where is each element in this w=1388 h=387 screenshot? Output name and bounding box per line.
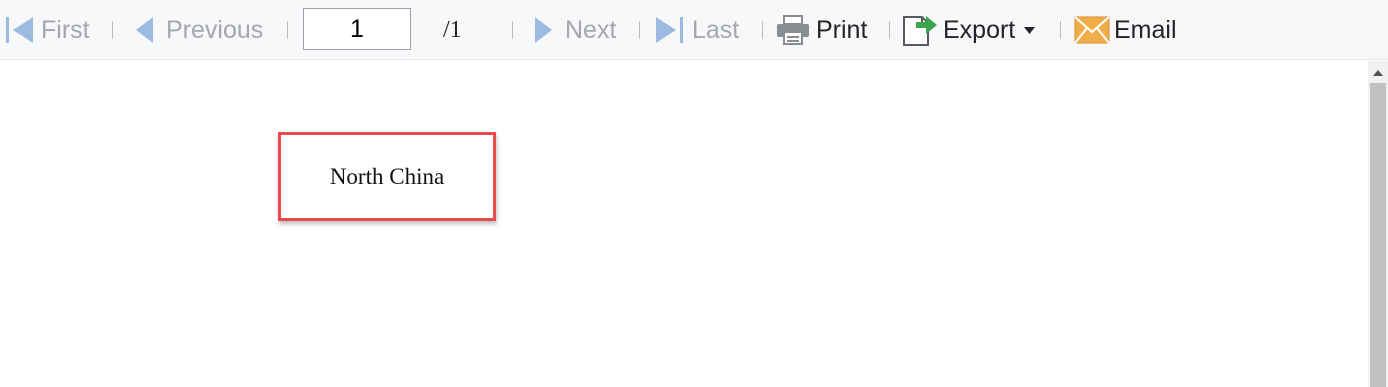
toolbar-separator (287, 21, 288, 39)
scroll-up-arrow-icon (1373, 63, 1383, 81)
export-button[interactable]: Export (902, 0, 1036, 60)
toolbar-separator (112, 21, 113, 39)
report-cell-text: North China (329, 163, 445, 189)
printer-icon (776, 15, 810, 45)
report-cell[interactable]: North China (278, 132, 496, 221)
report-toolbar: First Previous /1 Next Last (0, 0, 1388, 60)
toolbar-separator (512, 21, 513, 39)
email-label: Email (1114, 15, 1177, 44)
last-page-button[interactable]: Last (656, 0, 739, 60)
page-total: /1 (443, 16, 462, 43)
export-label: Export (943, 15, 1016, 44)
envelope-icon (1074, 16, 1110, 44)
first-page-icon (5, 17, 33, 43)
first-page-button[interactable]: First (5, 0, 90, 60)
scroll-up-button[interactable] (1368, 61, 1388, 83)
previous-page-label: Previous (166, 15, 264, 44)
toolbar-separator (639, 21, 640, 39)
previous-page-button[interactable]: Previous (135, 0, 263, 60)
previous-page-icon (135, 17, 155, 43)
toolbar-separator (889, 21, 890, 39)
email-button[interactable]: Email (1074, 0, 1177, 60)
page-number-input[interactable] (303, 8, 411, 50)
print-label: Print (816, 15, 868, 44)
next-page-label: Next (565, 15, 617, 44)
last-page-icon (656, 17, 684, 43)
print-button[interactable]: Print (776, 0, 867, 60)
vertical-scrollbar[interactable] (1368, 61, 1388, 387)
toolbar-separator (1060, 21, 1061, 39)
toolbar-separator (762, 21, 763, 39)
caret-down-icon[interactable] (1024, 26, 1036, 34)
next-page-button[interactable]: Next (533, 0, 616, 60)
next-page-icon (533, 17, 553, 43)
scrollbar-thumb[interactable] (1370, 83, 1386, 387)
first-page-label: First (41, 15, 90, 44)
report-canvas: North China (0, 61, 1368, 387)
export-icon (902, 13, 938, 47)
last-page-label: Last (692, 15, 740, 44)
